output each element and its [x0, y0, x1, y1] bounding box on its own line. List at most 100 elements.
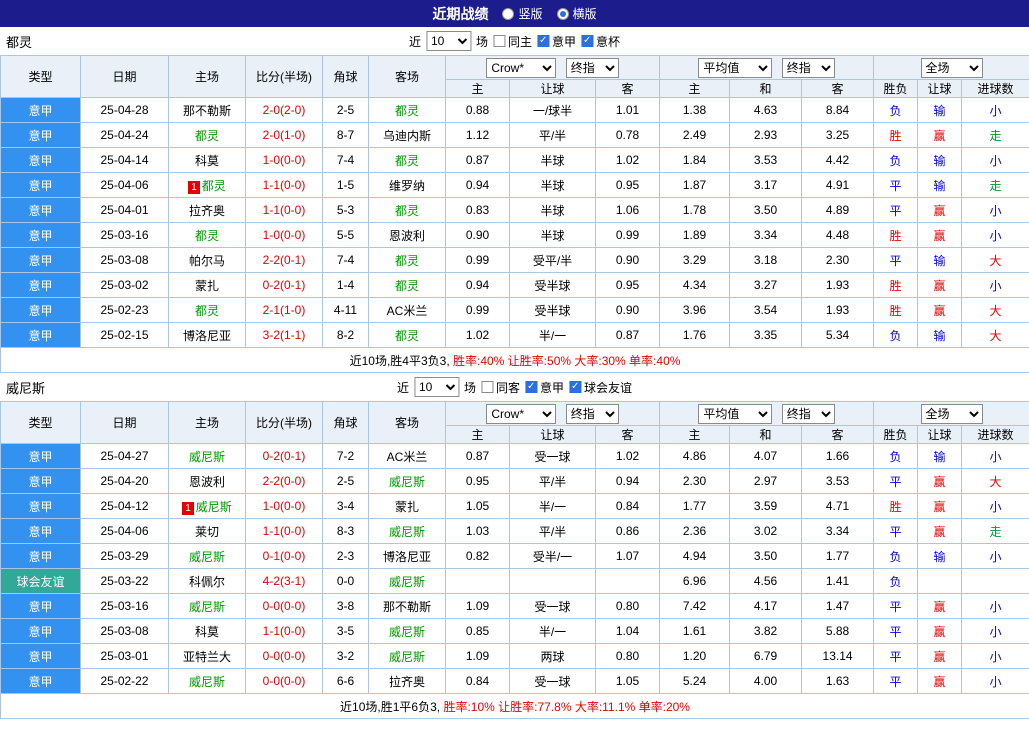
- score-cell: 1-1(0-0): [245, 172, 323, 198]
- score-cell: 1-0(0-0): [245, 493, 323, 519]
- odds-home-cell: 0.95: [445, 468, 510, 494]
- home-team-cell: 1 威尼斯: [168, 493, 246, 519]
- odds-away-cell: 0.84: [594, 493, 661, 519]
- average-select[interactable]: 平均值: [698, 57, 773, 78]
- checkbox-icon[interactable]: [480, 381, 493, 393]
- layout-radio-horizontal[interactable]: 横版: [556, 5, 597, 22]
- avg-home-cell: 1.61: [659, 618, 731, 644]
- handicap-result-cell: [917, 568, 963, 594]
- summary-rates: 胜率:40% 让胜率:50% 大率:30% 单率:40%: [453, 353, 681, 368]
- odds-away-cell: 1.05: [594, 668, 661, 694]
- home-team-cell: 1 都灵: [168, 172, 246, 198]
- checkbox-icon[interactable]: [569, 381, 582, 393]
- near-label: 近: [408, 34, 421, 49]
- home-team-cell: 威尼斯: [168, 443, 246, 469]
- checkbox-icon[interactable]: [525, 381, 538, 393]
- corners-cell: 6-6: [322, 668, 369, 694]
- section-header: 都灵 近 10 场 同主 意甲 意杯: [0, 27, 1029, 55]
- handicap-line-cell: 受一球: [509, 593, 596, 619]
- home-team-name: 那不勒斯: [182, 103, 231, 118]
- checkbox-icon[interactable]: [537, 35, 550, 47]
- checkbox-icon[interactable]: [581, 35, 594, 47]
- away-team-name: 都灵: [394, 203, 419, 218]
- bookmaker-select[interactable]: Crow*: [486, 403, 557, 424]
- away-team-cell: 拉齐奥: [368, 668, 446, 694]
- games-label: 场: [475, 34, 488, 49]
- league-cell: 意甲: [0, 272, 81, 298]
- away-team-name: 蒙扎: [394, 499, 419, 514]
- match-count-select[interactable]: 10: [425, 31, 471, 51]
- goals-result-cell: 大: [961, 322, 1029, 348]
- radio-icon[interactable]: [502, 7, 515, 20]
- team-name: 威尼斯: [6, 380, 46, 396]
- avg-away-cell: 1.93: [801, 272, 875, 298]
- odds-away-cell: 1.06: [594, 197, 661, 223]
- avg-home-cell: 1.78: [659, 197, 731, 223]
- score-cell: 1-0(0-0): [245, 147, 323, 173]
- bookmaker-index-select[interactable]: 终指: [565, 403, 619, 424]
- odds-home-cell: 0.94: [445, 172, 510, 198]
- home-team-name: 都灵: [194, 128, 219, 143]
- col-header-type: 类型: [0, 55, 81, 98]
- table-row: 意甲 25-04-12 1 威尼斯 1-0(0-0) 3-4 蒙扎 1.05 半/…: [0, 493, 1029, 519]
- layout-radio-vertical[interactable]: 竖版: [502, 5, 543, 22]
- average-index-select[interactable]: 终指: [781, 57, 835, 78]
- avg-home-cell: 4.94: [659, 543, 731, 569]
- top-bar: 近期战绩 竖版 横版: [0, 0, 1029, 27]
- match-count-select[interactable]: 10: [413, 377, 459, 397]
- away-team-cell: AC米兰: [368, 443, 446, 469]
- filter-checkbox-serie-a[interactable]: 意甲: [537, 33, 576, 50]
- filter-checkbox-serie-a[interactable]: 意甲: [525, 379, 564, 396]
- average-index-select[interactable]: 终指: [781, 403, 835, 424]
- matches-table: 类型 日期 主场 比分(半场) 角球 客场 Crow* 终指 平均值 终指 全场: [0, 401, 1029, 719]
- checkbox-icon[interactable]: [492, 35, 505, 47]
- odds-home-cell: 0.99: [445, 297, 510, 323]
- odds-home-cell: 0.85: [445, 618, 510, 644]
- odds-away-cell: 0.90: [594, 297, 661, 323]
- table-row: 意甲 25-04-20 恩波利 2-2(0-0) 2-5 威尼斯 0.95 平/…: [0, 468, 1029, 494]
- checkbox-label: 同客: [495, 380, 521, 395]
- corners-cell: 2-3: [322, 543, 369, 569]
- home-team-name: 威尼斯: [188, 674, 225, 689]
- avg-away-cell: 4.89: [801, 197, 875, 223]
- col-header-corner: 角球: [322, 401, 369, 444]
- corners-cell: 3-5: [322, 618, 369, 644]
- filter-checkbox-club-friendly[interactable]: 球会友谊: [569, 379, 632, 396]
- checkbox-label: 意甲: [540, 380, 565, 395]
- average-select[interactable]: 平均值: [698, 403, 773, 424]
- radio-icon[interactable]: [556, 7, 569, 20]
- home-team-cell: 恩波利: [168, 468, 246, 494]
- table-row: 意甲 25-03-08 帕尔马 2-2(0-1) 7-4 都灵 0.99 受平/…: [0, 247, 1029, 273]
- goals-result-cell: [961, 568, 1029, 594]
- league-cell: 意甲: [0, 668, 81, 694]
- home-team-cell: 威尼斯: [168, 593, 246, 619]
- away-team-cell: 威尼斯: [368, 568, 446, 594]
- filter-checkbox-coppa-italia[interactable]: 意杯: [581, 33, 620, 50]
- goals-result-cell: 小: [961, 593, 1029, 619]
- avg-draw-cell: 3.35: [729, 322, 803, 348]
- scope-select[interactable]: 全场: [920, 403, 983, 424]
- goals-result-cell: 小: [961, 97, 1029, 123]
- table-row: 球会友谊 25-03-22 科佩尔 4-2(3-1) 0-0 威尼斯 6.96 …: [0, 568, 1029, 594]
- filter-checkbox-same-home[interactable]: 同主: [492, 33, 532, 50]
- bookmaker-select[interactable]: Crow*: [486, 57, 557, 78]
- avg-home-cell: 2.36: [659, 518, 731, 544]
- home-team-name: 科莫: [194, 153, 219, 168]
- score-cell: 0-0(0-0): [245, 668, 323, 694]
- odds-away-cell: [594, 568, 661, 594]
- col-header-date: 日期: [80, 401, 169, 444]
- col-header-goals: 进球数: [961, 79, 1029, 98]
- goals-result-cell: 小: [961, 493, 1029, 519]
- goals-result-cell: 走: [961, 172, 1029, 198]
- bookmaker-index-select[interactable]: 终指: [565, 57, 619, 78]
- handicap-line-cell: 受半/一: [509, 543, 596, 569]
- corners-cell: 3-8: [322, 593, 369, 619]
- odds-home-cell: 1.09: [445, 593, 510, 619]
- col-header-avg-draw: 和: [729, 425, 803, 444]
- red-card-badge: 1: [188, 180, 200, 194]
- scope-select[interactable]: 全场: [920, 57, 983, 78]
- away-team-name: 都灵: [394, 103, 419, 118]
- filter-checkbox-same-away[interactable]: 同客: [480, 379, 521, 396]
- date-cell: 25-02-15: [80, 322, 169, 348]
- outcome-result-cell: 负: [873, 443, 919, 469]
